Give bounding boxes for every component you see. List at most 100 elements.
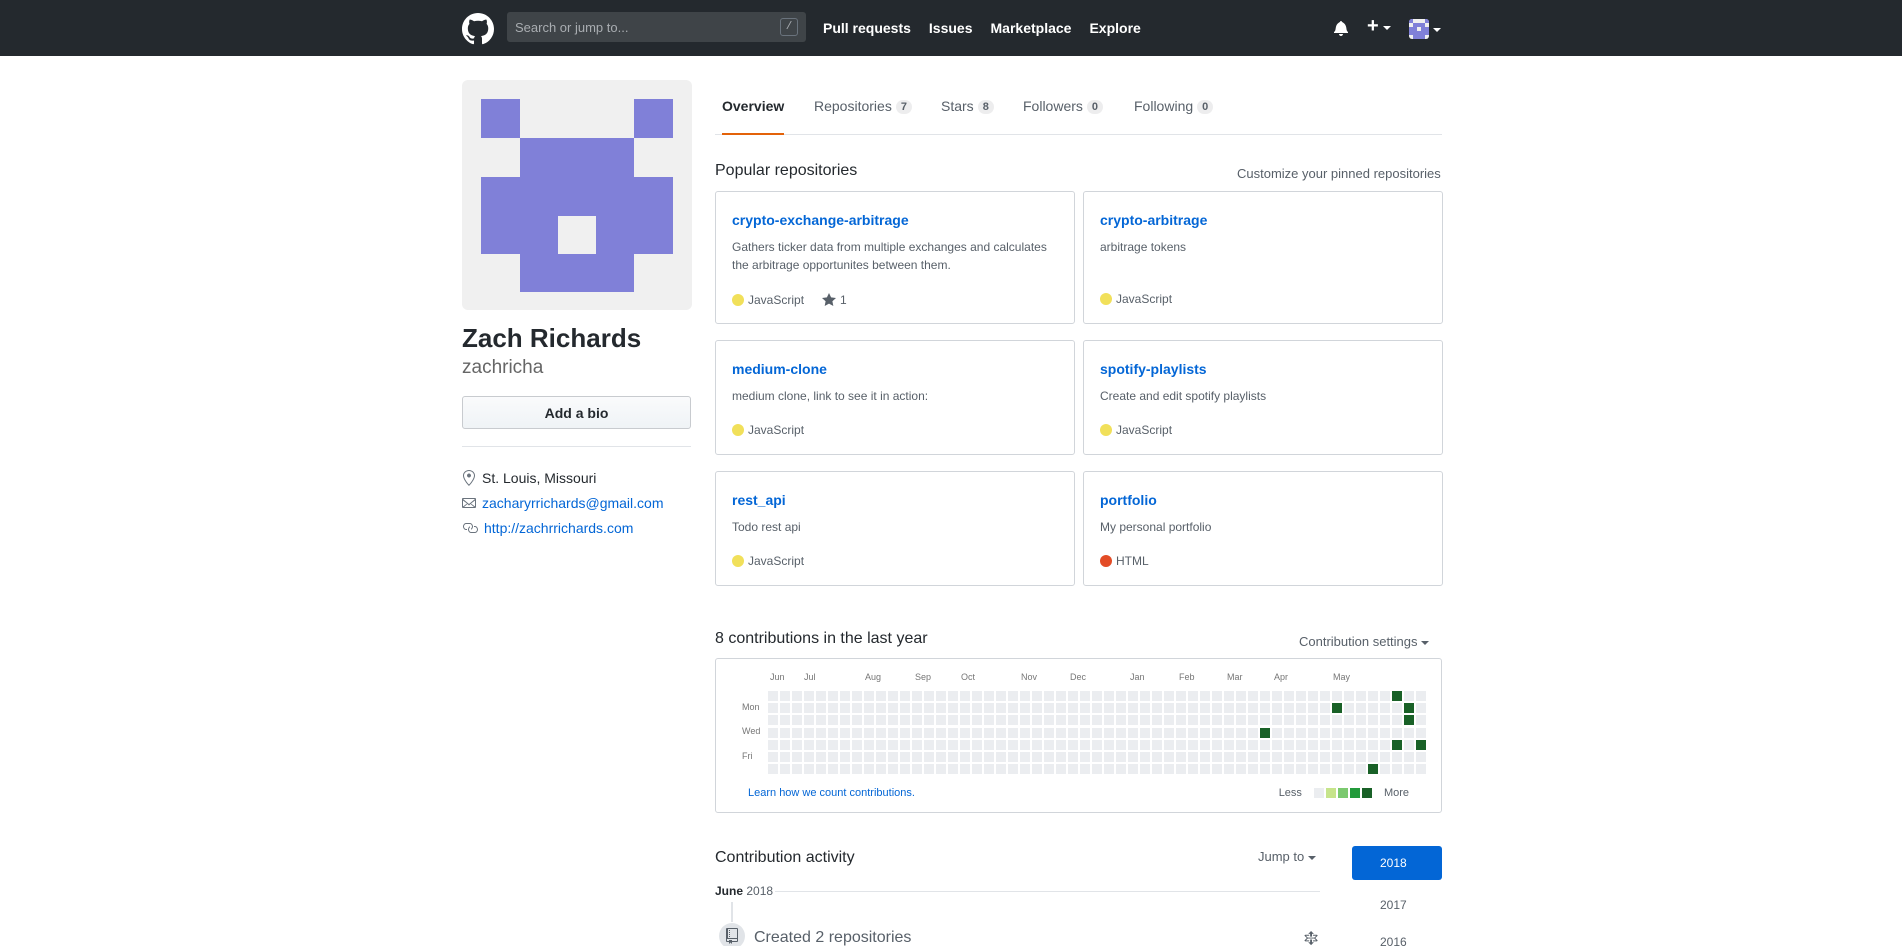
contribution-day-cell[interactable] (1356, 764, 1366, 775)
contribution-day-cell[interactable] (984, 764, 994, 775)
year-2017-link[interactable]: 2017 (1352, 888, 1442, 922)
contribution-day-cell[interactable] (1068, 764, 1078, 775)
contribution-day-cell[interactable] (1104, 703, 1114, 714)
contribution-day-cell[interactable] (1020, 715, 1030, 726)
contribution-day-cell[interactable] (1188, 752, 1198, 762)
contribution-day-cell[interactable] (1368, 691, 1378, 701)
contribution-day-cell[interactable] (1320, 752, 1330, 762)
contribution-day-cell[interactable] (1236, 703, 1246, 714)
contribution-day-cell[interactable] (1416, 727, 1426, 738)
contribution-day-cell[interactable] (960, 739, 970, 750)
repo-name-link[interactable]: spotify-playlists (1100, 361, 1207, 377)
contribution-day-cell[interactable] (1248, 703, 1258, 714)
search-input[interactable] (507, 12, 806, 42)
tab-repositories[interactable]: Repositories 7 (814, 98, 912, 135)
contribution-day-cell[interactable] (948, 727, 958, 738)
contribution-day-cell[interactable] (1224, 764, 1234, 775)
contribution-day-cell[interactable] (768, 764, 778, 775)
contribution-day-cell[interactable] (876, 752, 886, 762)
contribution-day-cell[interactable] (1248, 739, 1258, 750)
contribution-day-cell[interactable] (924, 752, 934, 762)
contribution-day-cell[interactable] (1092, 691, 1102, 701)
contribution-day-cell[interactable] (1092, 703, 1102, 714)
contribution-day-cell[interactable] (1416, 739, 1426, 750)
contribution-day-cell[interactable] (1152, 739, 1162, 750)
contribution-day-cell[interactable] (1260, 715, 1270, 726)
contribution-day-cell[interactable] (1164, 752, 1174, 762)
contribution-day-cell[interactable] (828, 703, 838, 714)
contribution-day-cell[interactable] (1032, 727, 1042, 738)
contribution-day-cell[interactable] (900, 703, 910, 714)
contribution-day-cell[interactable] (1044, 764, 1054, 775)
contribution-day-cell[interactable] (1368, 752, 1378, 762)
contribution-day-cell[interactable] (792, 691, 802, 701)
contribution-day-cell[interactable] (792, 715, 802, 726)
contribution-day-cell[interactable] (804, 739, 814, 750)
contribution-day-cell[interactable] (1104, 739, 1114, 750)
contribution-day-cell[interactable] (804, 752, 814, 762)
contribution-day-cell[interactable] (1224, 727, 1234, 738)
contribution-day-cell[interactable] (852, 752, 862, 762)
contribution-day-cell[interactable] (1212, 691, 1222, 701)
contribution-day-cell[interactable] (1140, 691, 1150, 701)
contribution-day-cell[interactable] (1032, 691, 1042, 701)
contribution-day-cell[interactable] (768, 727, 778, 738)
contribution-day-cell[interactable] (852, 703, 862, 714)
contribution-day-cell[interactable] (768, 739, 778, 750)
repo-star-count[interactable]: 1 (840, 293, 847, 307)
contribution-day-cell[interactable] (864, 752, 874, 762)
contribution-day-cell[interactable] (996, 739, 1006, 750)
contribution-day-cell[interactable] (1260, 691, 1270, 701)
contribution-day-cell[interactable] (1368, 739, 1378, 750)
contribution-day-cell[interactable] (1368, 764, 1378, 775)
contribution-day-cell[interactable] (780, 764, 790, 775)
tab-stars[interactable]: Stars 8 (941, 98, 994, 135)
contribution-day-cell[interactable] (1296, 691, 1306, 701)
contribution-day-cell[interactable] (960, 764, 970, 775)
contribution-day-cell[interactable] (888, 752, 898, 762)
contribution-day-cell[interactable] (804, 703, 814, 714)
contribution-day-cell[interactable] (1020, 727, 1030, 738)
contribution-day-cell[interactable] (1080, 691, 1090, 701)
contribution-day-cell[interactable] (1332, 715, 1342, 726)
contribution-day-cell[interactable] (1032, 715, 1042, 726)
contribution-day-cell[interactable] (1044, 715, 1054, 726)
contribution-day-cell[interactable] (1104, 691, 1114, 701)
nav-marketplace[interactable]: Marketplace (991, 20, 1072, 36)
contribution-day-cell[interactable] (996, 715, 1006, 726)
contribution-day-cell[interactable] (1404, 739, 1414, 750)
contribution-day-cell[interactable] (780, 715, 790, 726)
contribution-day-cell[interactable] (972, 752, 982, 762)
contribution-day-cell[interactable] (1212, 739, 1222, 750)
contribution-day-cell[interactable] (912, 739, 922, 750)
contribution-day-cell[interactable] (984, 727, 994, 738)
contribution-day-cell[interactable] (1392, 739, 1402, 750)
contribution-day-cell[interactable] (888, 727, 898, 738)
contribution-day-cell[interactable] (1308, 703, 1318, 714)
contribution-day-cell[interactable] (1404, 715, 1414, 726)
unfold-icon[interactable] (1304, 931, 1320, 946)
contribution-day-cell[interactable] (816, 727, 826, 738)
contribution-day-cell[interactable] (876, 764, 886, 775)
contribution-day-cell[interactable] (936, 739, 946, 750)
contribution-day-cell[interactable] (1356, 703, 1366, 714)
contribution-day-cell[interactable] (984, 739, 994, 750)
contribution-day-cell[interactable] (1344, 703, 1354, 714)
contribution-day-cell[interactable] (888, 764, 898, 775)
contribution-day-cell[interactable] (1212, 727, 1222, 738)
contribution-day-cell[interactable] (948, 691, 958, 701)
contribution-day-cell[interactable] (1164, 703, 1174, 714)
contribution-day-cell[interactable] (1320, 739, 1330, 750)
contribution-day-cell[interactable] (1308, 727, 1318, 738)
contribution-day-cell[interactable] (828, 715, 838, 726)
contribution-day-cell[interactable] (768, 691, 778, 701)
contribution-day-cell[interactable] (972, 727, 982, 738)
contribution-day-cell[interactable] (1284, 715, 1294, 726)
contribution-day-cell[interactable] (1056, 715, 1066, 726)
contribution-day-cell[interactable] (912, 752, 922, 762)
contribution-day-cell[interactable] (1080, 715, 1090, 726)
contribution-day-cell[interactable] (912, 691, 922, 701)
contribution-day-cell[interactable] (828, 727, 838, 738)
contribution-day-cell[interactable] (852, 764, 862, 775)
contribution-day-cell[interactable] (1380, 691, 1390, 701)
